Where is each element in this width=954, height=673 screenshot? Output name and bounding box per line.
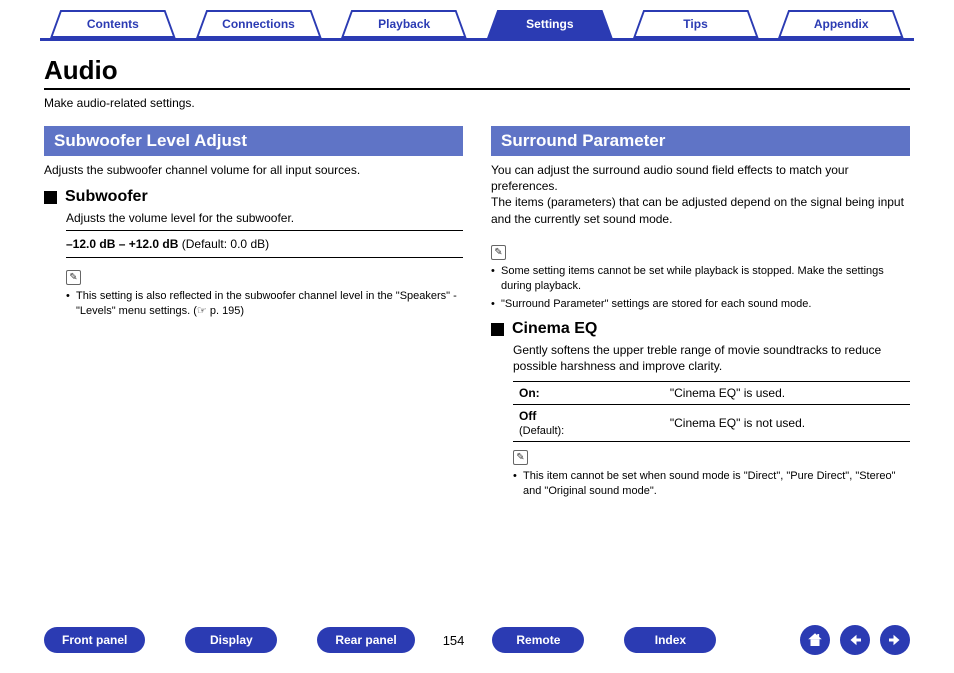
- front-panel-button[interactable]: Front panel: [44, 627, 145, 653]
- right-column: Surround Parameter You can adjust the su…: [491, 126, 910, 502]
- index-button[interactable]: Index: [624, 627, 716, 653]
- tab-label: Tips: [683, 17, 707, 31]
- table-row: Off (Default): "Cinema EQ" is not used.: [513, 404, 910, 441]
- subheading-label: Subwoofer: [65, 188, 148, 206]
- tab-label: Appendix: [814, 17, 869, 31]
- page-intro: Make audio-related settings.: [44, 96, 910, 110]
- tab-appendix[interactable]: Appendix: [770, 10, 912, 38]
- sub-desc: Gently softens the upper treble range of…: [513, 342, 910, 374]
- notes-list: Some setting items cannot be set while p…: [491, 264, 910, 313]
- sub-desc: Adjusts the volume level for the subwoof…: [66, 210, 463, 226]
- divider: [66, 257, 463, 258]
- option-label: On:: [513, 381, 664, 404]
- bottom-bar: Front panel Display Rear panel 154 Remot…: [0, 625, 954, 655]
- tab-tips[interactable]: Tips: [625, 10, 767, 38]
- section-bar-surround-parameter: Surround Parameter: [491, 126, 910, 156]
- section-desc: You can adjust the surround audio sound …: [491, 162, 910, 227]
- tab-label: Playback: [378, 17, 430, 31]
- range-row: –12.0 dB – +12.0 dB (Default: 0.0 dB): [66, 235, 463, 253]
- section-desc: Adjusts the subwoofer channel volume for…: [44, 162, 463, 178]
- option-value: "Cinema EQ" is used.: [664, 381, 910, 404]
- home-icon: [806, 631, 824, 649]
- title-rule: [44, 88, 910, 90]
- page-number: 154: [443, 633, 465, 648]
- top-tabs: Contents Connections Playback Settings T…: [0, 0, 954, 38]
- tab-label: Connections: [222, 17, 295, 31]
- nav-icons: [800, 625, 910, 655]
- note-icon: ✎: [66, 270, 81, 285]
- section-bar-subwoofer-level: Subwoofer Level Adjust: [44, 126, 463, 156]
- tab-contents[interactable]: Contents: [42, 10, 184, 38]
- divider: [66, 230, 463, 231]
- notes-list: This setting is also reflected in the su…: [66, 289, 463, 319]
- note-item: Some setting items cannot be set while p…: [491, 264, 910, 294]
- table-row: On: "Cinema EQ" is used.: [513, 381, 910, 404]
- note-icon: ✎: [491, 245, 506, 260]
- arrow-left-icon: [846, 631, 864, 649]
- tab-playback[interactable]: Playback: [333, 10, 475, 38]
- next-button[interactable]: [880, 625, 910, 655]
- option-value: "Cinema EQ" is not used.: [664, 404, 910, 441]
- square-bullet-icon: [491, 323, 504, 336]
- subheading-subwoofer: Subwoofer: [44, 188, 463, 206]
- note-item: This item cannot be set when sound mode …: [513, 469, 910, 499]
- options-table: On: "Cinema EQ" is used. Off (Default): …: [513, 381, 910, 442]
- rear-panel-button[interactable]: Rear panel: [317, 627, 414, 653]
- remote-button[interactable]: Remote: [492, 627, 584, 653]
- arrow-right-icon: [886, 631, 904, 649]
- prev-button[interactable]: [840, 625, 870, 655]
- tab-label: Settings: [526, 17, 573, 31]
- range-bold: –12.0 dB – +12.0 dB: [66, 237, 178, 251]
- tab-settings[interactable]: Settings: [479, 10, 621, 38]
- option-label: Off (Default):: [513, 404, 664, 441]
- tab-label: Contents: [87, 17, 139, 31]
- note-item: This setting is also reflected in the su…: [66, 289, 463, 319]
- notes-list: This item cannot be set when sound mode …: [513, 469, 910, 499]
- tab-connections[interactable]: Connections: [188, 10, 330, 38]
- page-title: Audio: [44, 55, 910, 86]
- note-icon: ✎: [513, 450, 528, 465]
- left-column: Subwoofer Level Adjust Adjusts the subwo…: [44, 126, 463, 502]
- square-bullet-icon: [44, 191, 57, 204]
- home-button[interactable]: [800, 625, 830, 655]
- range-default: (Default: 0.0 dB): [178, 237, 269, 251]
- display-button[interactable]: Display: [185, 627, 277, 653]
- subheading-label: Cinema EQ: [512, 320, 597, 338]
- page-body: Audio Make audio-related settings. Subwo…: [0, 41, 954, 502]
- subheading-cinema-eq: Cinema EQ: [491, 320, 910, 338]
- note-item: "Surround Parameter" settings are stored…: [491, 297, 910, 312]
